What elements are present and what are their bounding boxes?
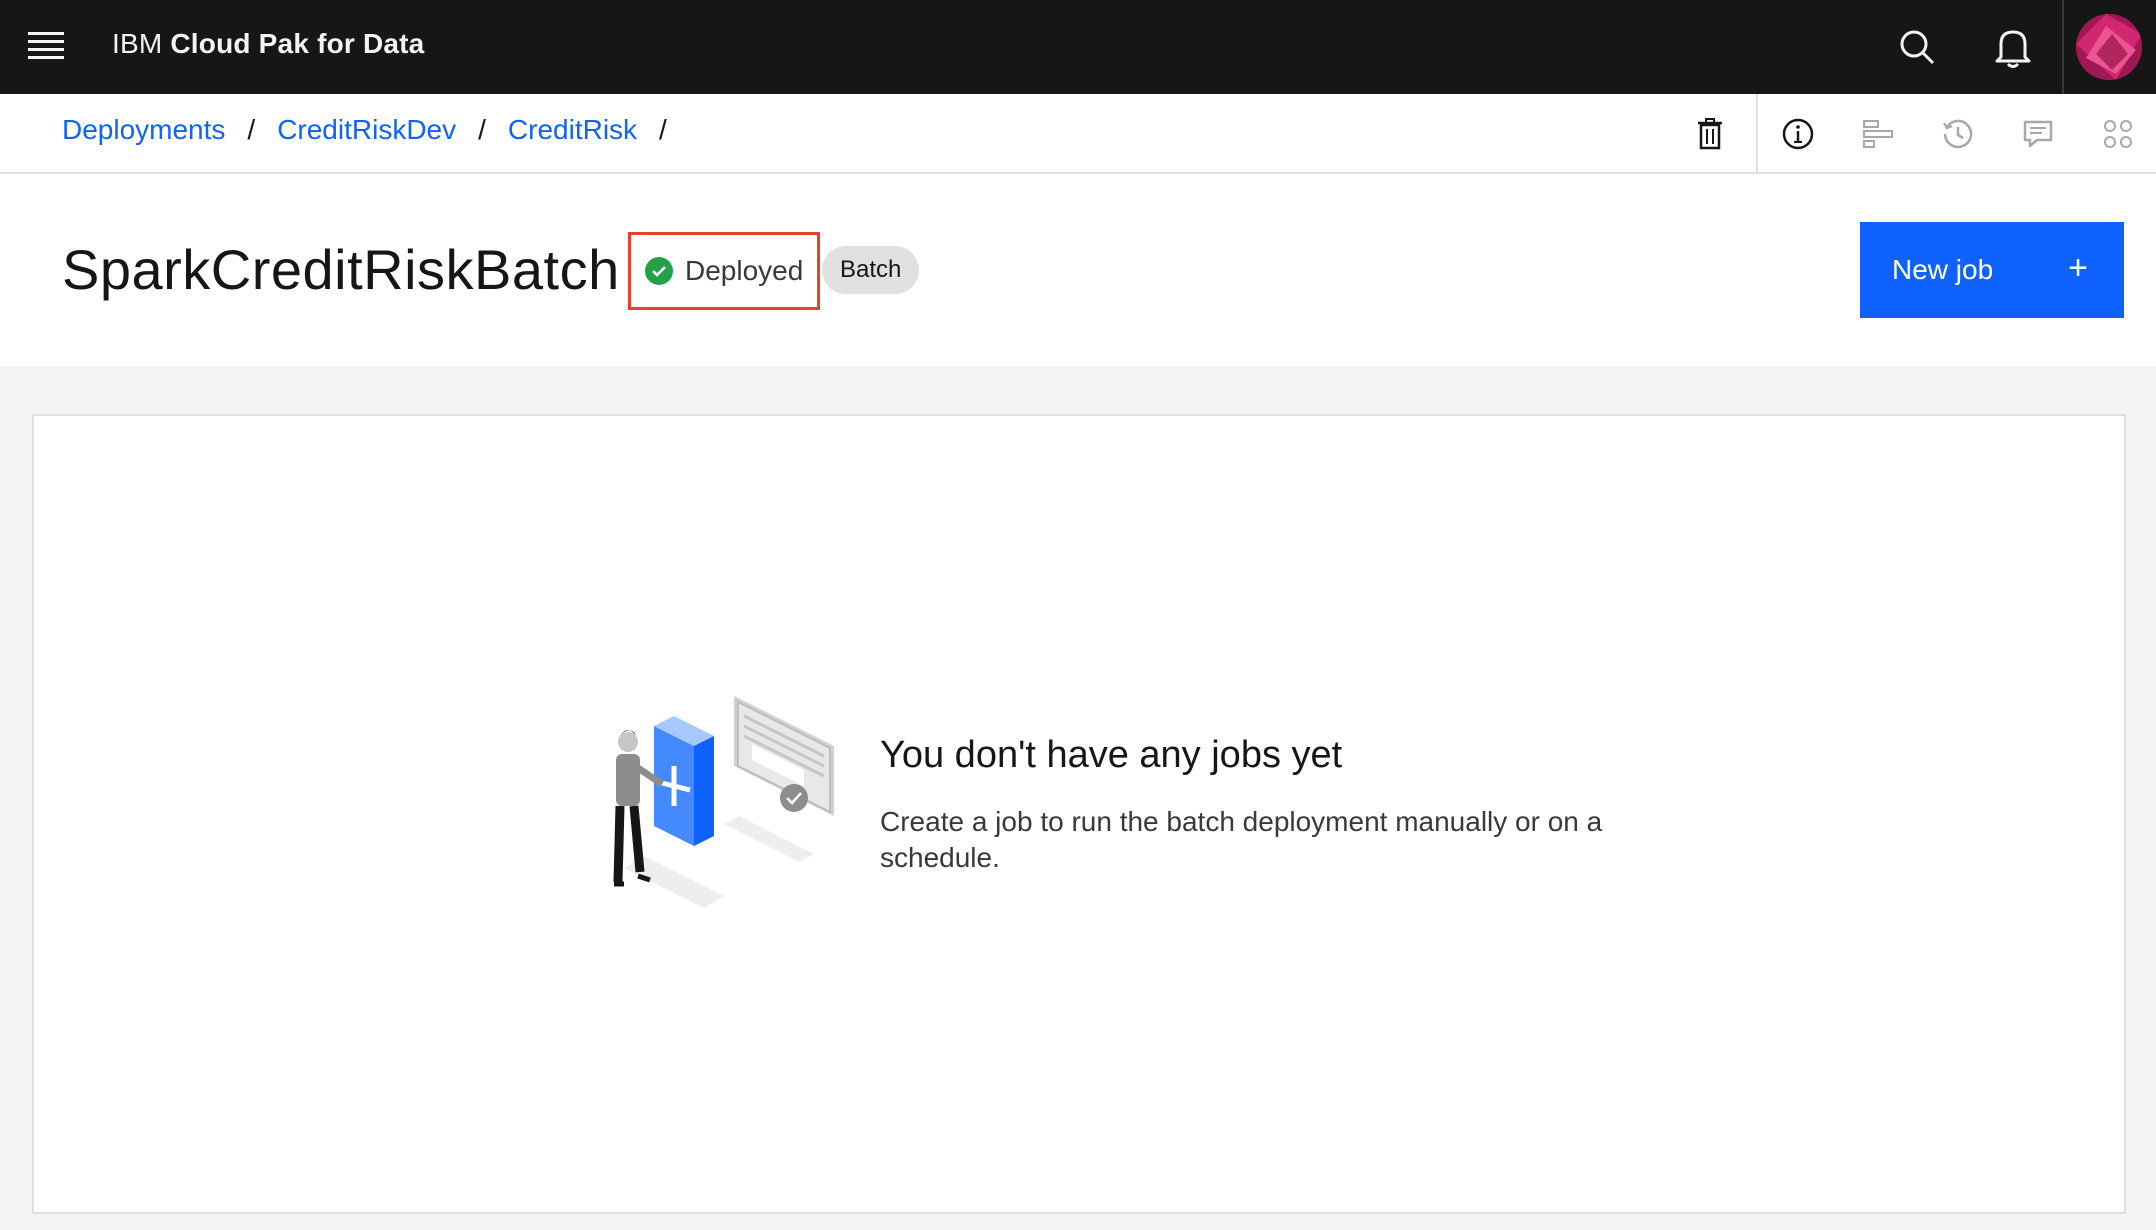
breadcrumb-separator: / [659, 114, 667, 145]
empty-state-description: Create a job to run the batch deployment… [880, 806, 1603, 873]
search-icon[interactable] [1892, 22, 1942, 72]
information-icon[interactable] [1778, 114, 1818, 154]
empty-state-title: You don't have any jobs yet [880, 734, 1343, 776]
history-icon[interactable] [1938, 114, 1978, 154]
jobs-panel: You don't have any jobs yet Create a job… [32, 414, 2126, 1214]
product-name[interactable]: IBM Cloud Pak for Data [112, 28, 424, 60]
details-icon[interactable] [1858, 114, 1898, 154]
toolbar-divider [1756, 94, 1758, 174]
checkmark-icon [645, 257, 673, 285]
deployment-header: SparkCreditRiskBatch Deployed Batch New … [0, 174, 2156, 366]
breadcrumb: Deployments / CreditRiskDev / CreditRisk… [62, 114, 689, 146]
new-job-button[interactable]: New job + [1860, 222, 2124, 318]
status-label: Deployed [685, 255, 804, 286]
delete-icon[interactable] [1690, 114, 1730, 154]
empty-state-illustration [554, 686, 854, 946]
deployment-type-tag: Batch [822, 246, 920, 294]
page-title: SparkCreditRiskBatch [62, 238, 620, 301]
breadcrumb-bar: Deployments / CreditRiskDev / CreditRisk… [0, 94, 2156, 174]
brand-prefix: IBM [112, 28, 163, 59]
notification-icon[interactable] [1988, 22, 2038, 72]
apps-icon[interactable] [2098, 114, 2138, 154]
top-header: IBM Cloud Pak for Data [0, 0, 2156, 94]
breadcrumb-creditrisk[interactable]: CreditRisk [508, 114, 637, 146]
breadcrumb-separator: / [247, 114, 256, 145]
breadcrumb-creditriskdev[interactable]: CreditRiskDev [277, 114, 456, 146]
header-divider [2062, 0, 2064, 94]
status-highlight: Deployed [628, 232, 820, 310]
user-avatar[interactable] [2076, 14, 2142, 80]
comments-icon[interactable] [2018, 114, 2058, 154]
breadcrumb-separator: / [478, 114, 486, 145]
breadcrumb-deployments[interactable]: Deployments [62, 114, 225, 146]
menu-icon[interactable] [28, 32, 64, 62]
brand-name: Cloud Pak for Data [170, 28, 425, 59]
new-job-label: New job [1892, 254, 1994, 285]
plus-icon: + [2068, 249, 2088, 287]
